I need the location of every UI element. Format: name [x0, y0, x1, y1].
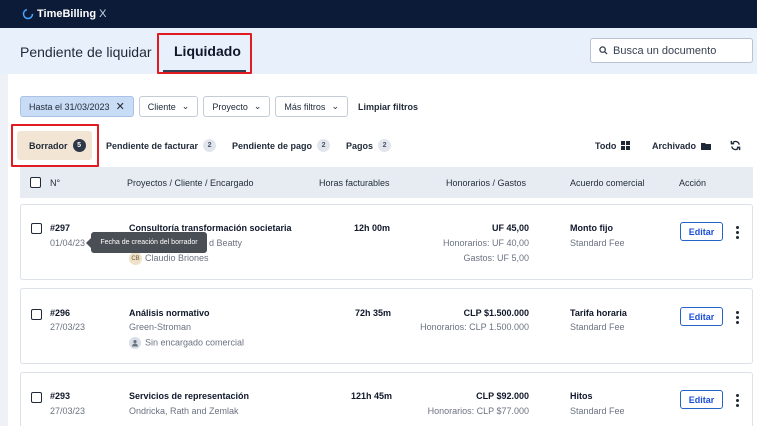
edit-button[interactable]: Editar [680, 307, 723, 326]
tab-pendiente-liquidar[interactable]: Pendiente de liquidar [20, 44, 152, 60]
mas-filtros-filter[interactable]: Más filtros ⌄ [275, 96, 348, 117]
edit-button[interactable]: Editar [680, 222, 723, 241]
row-fee-type: Standard Fee [570, 406, 625, 416]
row-date: 27/03/23 [50, 406, 86, 416]
filter-bar: Hasta el 31/03/2023 ✕ Cliente ⌄ Proyecto ⌄… [20, 96, 418, 117]
cliente-filter[interactable]: Cliente ⌄ [138, 96, 199, 117]
row-hours: 12h 00m [354, 223, 391, 233]
col-accion: Acción [679, 178, 707, 188]
row-hours: 121h 45m [351, 391, 393, 401]
col-proyectos: Proyectos / Cliente / Encargado [127, 178, 254, 188]
app-logo[interactable]: TimeBilling X [22, 8, 106, 20]
status-tab-label: Pendiente de facturar [106, 140, 199, 151]
view-archivado-button[interactable]: Archivado [652, 131, 712, 160]
search-placeholder: Busca un documento [613, 44, 717, 57]
row-expenses: Gastos: UF 5,00 [463, 253, 529, 263]
row-number: #296 [50, 308, 71, 318]
cliente-filter-label: Cliente [147, 101, 176, 112]
proyecto-filter[interactable]: Proyecto ⌄ [203, 96, 271, 117]
app-name-suffix: X [99, 8, 107, 20]
row-date: 01/04/23 [50, 238, 86, 248]
row-number: #297 [50, 223, 71, 233]
edit-button[interactable]: Editar [680, 390, 723, 409]
app-name: TimeBilling [37, 8, 97, 20]
row-project[interactable]: Servicios de representación [129, 391, 249, 401]
count-badge: 2 [378, 139, 392, 152]
more-options-icon[interactable] [735, 394, 739, 407]
col-honorarios: Honorarios / Gastos [446, 178, 527, 188]
col-num: N° [50, 178, 61, 188]
grid-icon [621, 141, 631, 150]
row-agreement: Monto fijo [570, 223, 613, 233]
row-manager: Sin encargado comercial [129, 337, 244, 349]
col-acuerdo: Acuerdo comercial [570, 178, 645, 188]
refresh-icon [730, 140, 741, 151]
row-fees: Honorarios: UF 40,00 [442, 238, 529, 248]
row-client: d Beatty [209, 238, 243, 248]
highlight-borrador-tab [11, 124, 99, 167]
close-icon[interactable]: ✕ [116, 100, 125, 113]
row-agreement: Tarifa horaria [570, 308, 627, 318]
status-tab-label: Pagos [346, 140, 374, 151]
view-todo-label: Todo [595, 140, 617, 151]
more-options-icon[interactable] [735, 226, 739, 239]
user-icon [129, 337, 141, 349]
row-fee-type: Standard Fee [570, 238, 625, 248]
view-archivado-label: Archivado [652, 140, 697, 151]
tooltip: Fecha de creación del borrador [86, 232, 207, 253]
row-number: #293 [50, 391, 71, 401]
logo-icon [22, 8, 34, 20]
table-row[interactable]: #293 27/03/23 Servicios de representació… [20, 372, 753, 426]
folder-icon [701, 142, 712, 150]
row-fees: Honorarios: CLP 1.500.000 [420, 322, 529, 332]
status-tabs: Borrador 5 Pendiente de facturar 2 Pendi… [17, 131, 752, 160]
row-agreement: Hitos [570, 391, 593, 401]
row-total: CLP $92.000 [476, 391, 529, 401]
row-manager-name: Sin encargado comercial [145, 337, 245, 348]
row-checkbox[interactable] [31, 392, 42, 403]
more-options-icon[interactable] [735, 311, 739, 324]
status-tab-pendiente-pago[interactable]: Pendiente de pago 2 [232, 131, 331, 160]
status-tab-label: Pendiente de pago [232, 140, 313, 151]
col-horas: Horas facturables [319, 178, 390, 188]
row-client: Green-Stroman [129, 322, 192, 332]
view-todo-button[interactable]: Todo [595, 131, 631, 160]
search-input[interactable]: Busca un documento [590, 38, 753, 63]
chevron-down-icon: ⌄ [181, 101, 190, 111]
chevron-down-icon: ⌄ [331, 101, 339, 111]
date-filter-chip[interactable]: Hasta el 31/03/2023 ✕ [20, 96, 134, 117]
row-total: UF 45,00 [491, 223, 529, 233]
status-tab-pendiente-facturar[interactable]: Pendiente de facturar 2 [106, 131, 217, 160]
count-badge: 2 [203, 139, 217, 152]
highlight-liquidado-tab [157, 33, 252, 74]
clear-filters-button[interactable]: Limpiar filtros [358, 102, 418, 112]
count-badge: 2 [317, 139, 331, 152]
row-checkbox[interactable] [31, 309, 42, 320]
row-total: CLP $1.500.000 [463, 308, 529, 318]
row-project[interactable]: Análisis normativo [129, 308, 210, 318]
row-client: Ondricka, Rath and Zemlak [129, 406, 239, 416]
row-hours: 72h 35m [355, 308, 392, 318]
date-filter-label: Hasta el 31/03/2023 [29, 101, 110, 112]
left-gutter [0, 74, 8, 426]
refresh-button[interactable] [730, 131, 741, 160]
table-row[interactable]: #296 27/03/23 Análisis normativo Green-S… [20, 288, 753, 364]
row-date: 27/03/23 [50, 322, 86, 332]
top-bar: TimeBilling X [0, 0, 757, 28]
select-all-checkbox[interactable] [30, 177, 41, 188]
row-fee-type: Standard Fee [570, 322, 625, 332]
row-checkbox[interactable] [31, 223, 42, 234]
table-header: N° Proyectos / Cliente / Encargado Horas… [20, 167, 753, 198]
search-icon [599, 46, 608, 55]
row-fees: Honorarios: CLP $77.000 [427, 406, 529, 416]
status-tab-pagos[interactable]: Pagos 2 [346, 131, 392, 160]
proyecto-filter-label: Proyecto [212, 101, 248, 112]
mas-filtros-label: Más filtros [284, 101, 326, 112]
row-manager-name: Claudio Briones [145, 252, 209, 263]
chevron-down-icon: ⌄ [253, 101, 262, 111]
avatar: CB [129, 252, 142, 265]
row-manager: CB Claudio Briones [129, 252, 209, 265]
